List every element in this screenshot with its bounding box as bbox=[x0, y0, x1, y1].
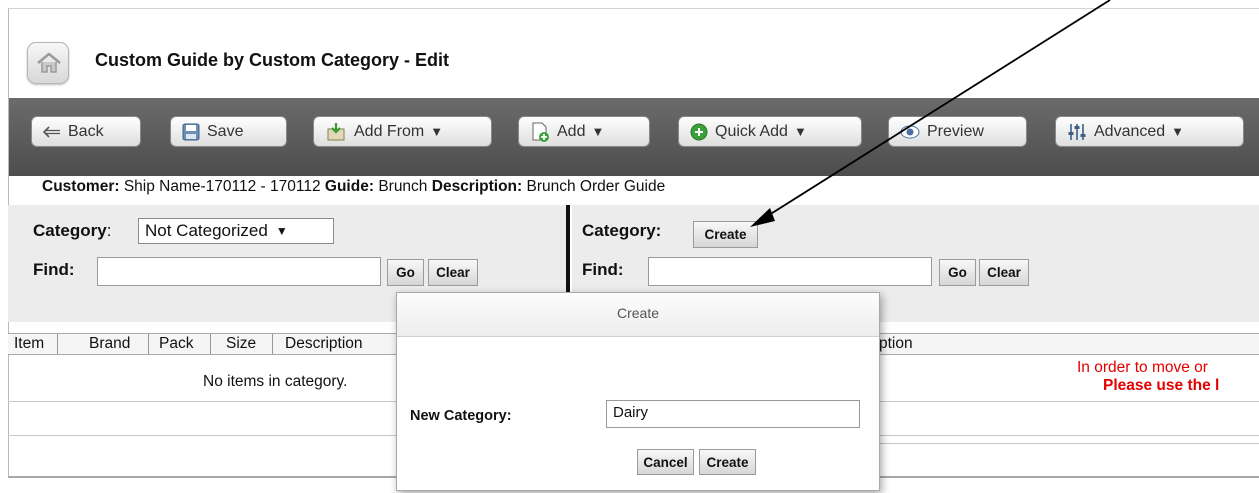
annotation-arrow bbox=[750, 0, 1111, 227]
